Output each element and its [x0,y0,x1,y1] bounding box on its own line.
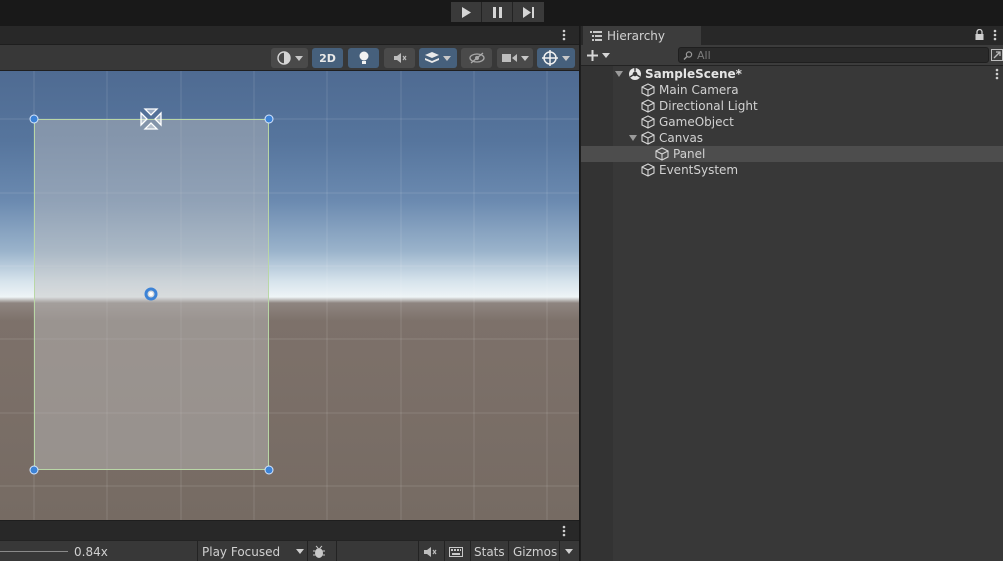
bug-icon [313,545,325,558]
more-options-icon[interactable] [562,525,566,537]
gameobject-cube-icon [641,99,655,113]
lock-icon[interactable] [975,29,984,40]
pause-button[interactable] [482,2,513,22]
hierarchy-tree: SampleScene* Main Camera Directional Lig… [581,66,1003,561]
search-options-icon[interactable] [991,49,1003,61]
create-dropdown[interactable] [587,47,613,64]
audio-icon [424,546,437,557]
effects-dropdown[interactable] [419,48,457,68]
hierarchy-item[interactable]: Directional Light [581,98,1003,114]
gameobject-cube-icon [655,147,669,161]
audio-icon [393,53,406,63]
hierarchy-item[interactable]: Panel [581,146,1003,162]
handle-top-left [29,114,39,124]
gizmos-dropdown-caret[interactable] [565,549,573,554]
fold-arrow-icon[interactable] [615,71,623,77]
hierarchy-tab-bar: Hierarchy [581,26,1003,46]
hierarchy-item[interactable]: GameObject [581,114,1003,130]
lighting-icon [359,51,368,64]
camera-icon [501,54,517,62]
play-controls [451,2,544,22]
list-icon [590,31,602,41]
hierarchy-search-input[interactable]: All [678,47,989,63]
fold-arrow-icon[interactable] [629,135,637,141]
hierarchy-item[interactable]: Canvas [581,130,1003,146]
debug-button[interactable] [312,541,334,561]
game-toolbar: 0.84x Play Focused Stats Gizmos [0,540,579,561]
more-options-icon[interactable] [995,68,999,80]
hierarchy-item-label: Canvas [659,131,704,145]
handle-bottom-right [264,465,274,475]
plus-icon [587,50,598,61]
stats-button[interactable]: Stats [474,541,505,561]
gizmo-icon [542,50,558,66]
scene-viewport[interactable] [0,71,579,520]
shading-mode-icon [276,51,291,65]
hierarchy-panel: Hierarchy All SampleScene* Main Camera D… [580,26,1003,561]
scene-row[interactable]: SampleScene* [581,66,1003,82]
play-button[interactable] [451,2,482,22]
step-icon [522,6,534,18]
gameobject-cube-icon [641,83,655,97]
tab-hierarchy[interactable]: Hierarchy [583,26,701,46]
handle-top-right [264,114,274,124]
hierarchy-item-label: Panel [673,147,706,161]
scene-tab-bar [0,26,579,45]
game-view: 0.84x Play Focused Stats Gizmos [0,520,579,561]
gizmo-dropdown[interactable] [537,48,575,68]
tab-hierarchy-label: Hierarchy [607,29,666,43]
2d-toggle-button[interactable]: 2D [312,48,343,68]
hierarchy-item[interactable]: Main Camera [581,82,1003,98]
mute-audio-button[interactable] [423,541,441,561]
2d-label: 2D [319,51,336,65]
effects-icon [425,52,439,63]
search-icon [683,51,693,60]
game-tab-bar [0,520,579,540]
step-button[interactable] [513,2,544,22]
visibility-icon [468,52,485,64]
more-options-icon[interactable] [993,29,997,41]
hierarchy-item-label: EventSystem [659,163,739,177]
shading-mode-dropdown[interactable] [271,48,308,68]
unity-scene-icon [629,68,641,80]
gameobject-cube-icon [641,131,655,145]
scene-name: SampleScene* [645,67,742,81]
more-options-icon[interactable] [562,29,566,41]
hierarchy-item-label: Directional Light [659,99,758,113]
keyboard-shortcuts-button[interactable] [449,541,467,561]
hierarchy-item[interactable]: EventSystem [581,162,1003,178]
hierarchy-toolbar: All [581,45,1003,66]
gameobject-cube-icon [641,163,655,177]
search-placeholder: All [697,48,711,62]
scale-value: 0.84x [74,544,108,559]
anchor-icon [140,108,162,130]
play-mode-label: Play Focused [202,544,281,559]
scene-view: 2D [0,26,579,520]
pause-icon [492,6,502,18]
play-mode-dropdown[interactable]: Play Focused [202,541,306,561]
hierarchy-item-label: GameObject [659,115,734,129]
visibility-toggle[interactable] [461,48,492,68]
audio-toggle[interactable] [384,48,415,68]
scene-toolbar: 2D [0,45,579,71]
lighting-toggle[interactable] [348,48,379,68]
play-icon [462,6,471,18]
scale-slider[interactable] [0,551,68,552]
gameobject-cube-icon [641,115,655,129]
main-toolbar [0,0,1003,26]
handle-bottom-left [29,465,39,475]
hierarchy-item-label: Main Camera [659,83,739,97]
camera-dropdown[interactable] [497,48,533,68]
keyboard-icon [449,546,463,557]
rect-handles [29,108,274,475]
gizmos-button[interactable]: Gizmos [513,541,557,561]
